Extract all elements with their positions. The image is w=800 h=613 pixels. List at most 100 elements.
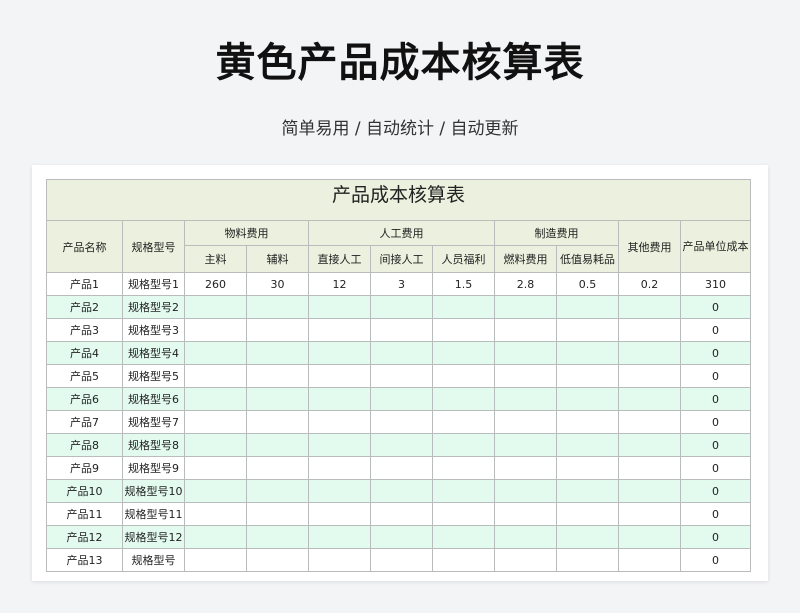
cell-aux-material[interactable] [246, 456, 309, 480]
cell-welfare[interactable] [432, 387, 495, 411]
cell-consumables[interactable] [556, 525, 619, 549]
cell-indirect-labor[interactable] [370, 456, 433, 480]
cell-product-name[interactable]: 产品5 [46, 364, 123, 388]
cell-other-cost[interactable] [618, 456, 681, 480]
cell-direct-labor[interactable] [308, 548, 371, 572]
cell-aux-material[interactable] [246, 410, 309, 434]
cell-welfare[interactable] [432, 548, 495, 572]
cell-consumables[interactable] [556, 387, 619, 411]
cell-aux-material[interactable] [246, 364, 309, 388]
cell-aux-material[interactable] [246, 525, 309, 549]
cell-unit-cost[interactable]: 0 [680, 433, 751, 457]
cell-other-cost[interactable] [618, 387, 681, 411]
cell-aux-material[interactable] [246, 341, 309, 365]
cell-unit-cost[interactable]: 310 [680, 272, 751, 296]
cell-product-name[interactable]: 产品3 [46, 318, 123, 342]
cell-main-material[interactable] [184, 295, 247, 319]
cell-product-name[interactable]: 产品9 [46, 456, 123, 480]
cell-aux-material[interactable] [246, 387, 309, 411]
cell-fuel[interactable] [494, 433, 557, 457]
cell-welfare[interactable] [432, 364, 495, 388]
cell-direct-labor[interactable]: 12 [308, 272, 371, 296]
cell-welfare[interactable] [432, 479, 495, 503]
cell-unit-cost[interactable]: 0 [680, 502, 751, 526]
cell-unit-cost[interactable]: 0 [680, 364, 751, 388]
cell-spec[interactable]: 规格型号6 [122, 387, 185, 411]
cell-direct-labor[interactable] [308, 364, 371, 388]
cell-unit-cost[interactable]: 0 [680, 525, 751, 549]
cell-other-cost[interactable] [618, 548, 681, 572]
cell-consumables[interactable] [556, 479, 619, 503]
cell-spec[interactable]: 规格型号5 [122, 364, 185, 388]
cell-main-material[interactable] [184, 364, 247, 388]
cell-fuel[interactable] [494, 525, 557, 549]
cell-welfare[interactable] [432, 410, 495, 434]
cell-welfare[interactable] [432, 341, 495, 365]
cell-indirect-labor[interactable] [370, 318, 433, 342]
cell-fuel[interactable] [494, 502, 557, 526]
cell-fuel[interactable] [494, 387, 557, 411]
cell-main-material[interactable] [184, 525, 247, 549]
cell-spec[interactable]: 规格型号11 [122, 502, 185, 526]
cell-welfare[interactable] [432, 295, 495, 319]
cell-indirect-labor[interactable] [370, 387, 433, 411]
cell-direct-labor[interactable] [308, 295, 371, 319]
cell-spec[interactable]: 规格型号7 [122, 410, 185, 434]
cell-indirect-labor[interactable] [370, 295, 433, 319]
cell-indirect-labor[interactable] [370, 341, 433, 365]
cell-product-name[interactable]: 产品7 [46, 410, 123, 434]
cell-indirect-labor[interactable] [370, 525, 433, 549]
cell-spec[interactable]: 规格型号 [122, 548, 185, 572]
cell-unit-cost[interactable]: 0 [680, 410, 751, 434]
cell-product-name[interactable]: 产品4 [46, 341, 123, 365]
cell-consumables[interactable] [556, 364, 619, 388]
cell-indirect-labor[interactable] [370, 410, 433, 434]
cell-other-cost[interactable] [618, 364, 681, 388]
cell-consumables[interactable] [556, 502, 619, 526]
cell-consumables[interactable] [556, 456, 619, 480]
cell-other-cost[interactable] [618, 295, 681, 319]
cell-fuel[interactable] [494, 295, 557, 319]
cell-spec[interactable]: 规格型号2 [122, 295, 185, 319]
cell-aux-material[interactable] [246, 502, 309, 526]
cell-other-cost[interactable] [618, 525, 681, 549]
cell-aux-material[interactable] [246, 548, 309, 572]
cell-unit-cost[interactable]: 0 [680, 387, 751, 411]
cell-main-material[interactable] [184, 410, 247, 434]
cell-consumables[interactable] [556, 433, 619, 457]
cell-product-name[interactable]: 产品8 [46, 433, 123, 457]
cell-spec[interactable]: 规格型号10 [122, 479, 185, 503]
cell-aux-material[interactable]: 30 [246, 272, 309, 296]
cell-direct-labor[interactable] [308, 502, 371, 526]
cell-product-name[interactable]: 产品6 [46, 387, 123, 411]
cell-consumables[interactable] [556, 295, 619, 319]
cell-other-cost[interactable] [618, 410, 681, 434]
cell-fuel[interactable] [494, 548, 557, 572]
cell-fuel[interactable]: 2.8 [494, 272, 557, 296]
cell-welfare[interactable]: 1.5 [432, 272, 495, 296]
cell-indirect-labor[interactable] [370, 433, 433, 457]
cell-spec[interactable]: 规格型号9 [122, 456, 185, 480]
cell-aux-material[interactable] [246, 295, 309, 319]
cell-indirect-labor[interactable] [370, 502, 433, 526]
cell-product-name[interactable]: 产品13 [46, 548, 123, 572]
cell-product-name[interactable]: 产品12 [46, 525, 123, 549]
cell-other-cost[interactable] [618, 502, 681, 526]
cell-spec[interactable]: 规格型号12 [122, 525, 185, 549]
cell-fuel[interactable] [494, 456, 557, 480]
cell-main-material[interactable] [184, 341, 247, 365]
cell-welfare[interactable] [432, 456, 495, 480]
cell-fuel[interactable] [494, 341, 557, 365]
cell-aux-material[interactable] [246, 318, 309, 342]
cell-other-cost[interactable] [618, 433, 681, 457]
cell-consumables[interactable] [556, 410, 619, 434]
cell-welfare[interactable] [432, 318, 495, 342]
cell-fuel[interactable] [494, 479, 557, 503]
cell-main-material[interactable] [184, 387, 247, 411]
cell-unit-cost[interactable]: 0 [680, 318, 751, 342]
cell-direct-labor[interactable] [308, 456, 371, 480]
cell-other-cost[interactable] [618, 318, 681, 342]
cell-consumables[interactable] [556, 318, 619, 342]
cell-direct-labor[interactable] [308, 387, 371, 411]
cell-welfare[interactable] [432, 433, 495, 457]
